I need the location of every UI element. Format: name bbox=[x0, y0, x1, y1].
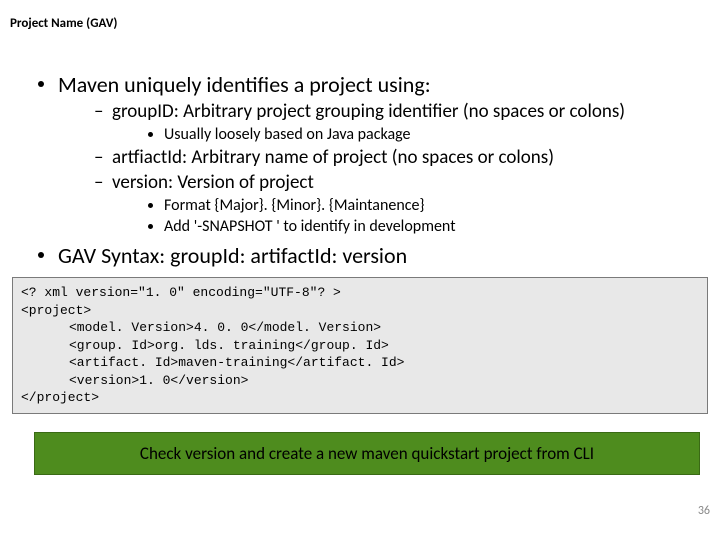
code-line: <? xml version="1. 0" encoding="UTF-8"? … bbox=[21, 285, 341, 300]
page-number: 36 bbox=[698, 504, 710, 518]
bullet-lvl1: GAV Syntax: groupId: artifactId: version bbox=[38, 242, 696, 269]
bullet-text: Maven uniquely identifies a project usin… bbox=[58, 71, 431, 98]
bullet-lvl1: Maven uniquely identifies a project usin… bbox=[38, 71, 696, 236]
bullet-lvl2: groupID: Arbitrary project grouping iden… bbox=[94, 100, 696, 144]
slide-title: Project Name (GAV) bbox=[0, 0, 720, 31]
bullet-lvl3: Usually loosely based on Java package bbox=[148, 125, 696, 144]
code-block: <? xml version="1. 0" encoding="UTF-8"? … bbox=[12, 277, 708, 414]
bullet-text: groupID: Arbitrary project grouping iden… bbox=[112, 100, 625, 123]
code-line: <model. Version>4. 0. 0</model. Version> bbox=[21, 319, 381, 337]
code-line: <version>1. 0</version> bbox=[21, 372, 248, 390]
bullet-text: version: Version of project bbox=[112, 171, 314, 194]
code-line: <project> bbox=[21, 303, 91, 318]
bullet-lvl3: Add '-SNAPSHOT ' to identify in developm… bbox=[148, 217, 696, 236]
action-banner: Check version and create a new maven qui… bbox=[34, 432, 700, 475]
bullet-lvl2: artfiactId: Arbitrary name of project (n… bbox=[94, 146, 696, 169]
bullet-lvl3: Format {Major}. {Minor}. {Maintanence} bbox=[148, 196, 696, 215]
code-line: <artifact. Id>maven-training</artifact. … bbox=[21, 354, 404, 372]
code-line: <group. Id>org. lds. training</group. Id… bbox=[21, 337, 389, 355]
slide-content: Maven uniquely identifies a project usin… bbox=[0, 31, 720, 269]
code-line: </project> bbox=[21, 390, 99, 405]
bullet-lvl2: version: Version of project Format {Majo… bbox=[94, 171, 696, 236]
